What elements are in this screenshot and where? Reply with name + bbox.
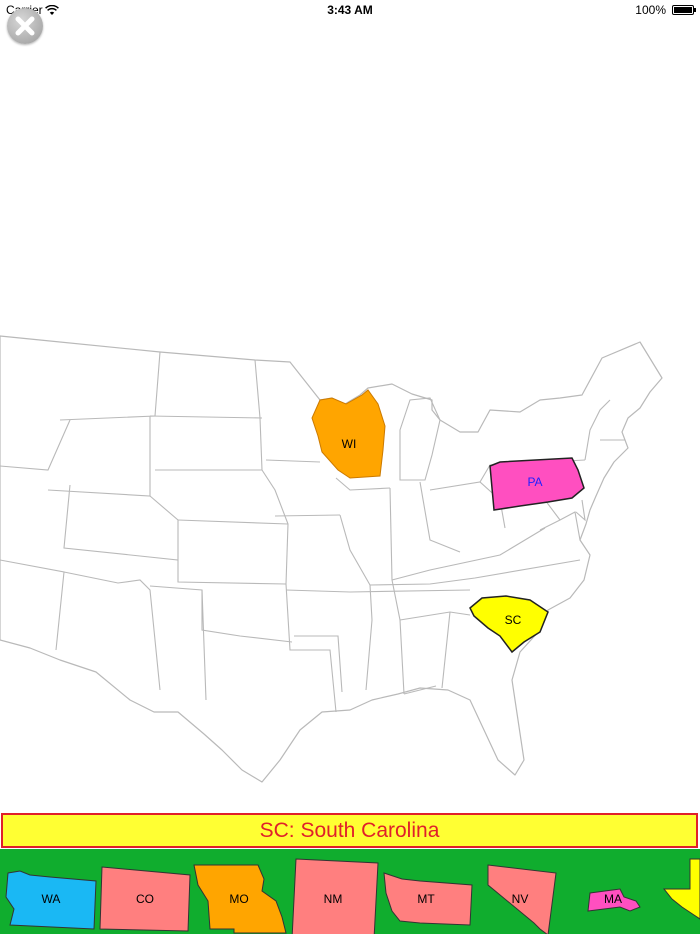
piece-nm-label: NM — [324, 892, 343, 906]
piece-co[interactable]: CO — [99, 866, 191, 932]
close-icon — [15, 16, 35, 36]
piece-mo-label: MO — [229, 892, 248, 906]
piece-ma-label: MA — [604, 892, 622, 906]
piece-mt-label: MT — [417, 892, 435, 906]
piece-ma[interactable]: MA — [587, 888, 641, 912]
state-wi-label: WI — [342, 437, 357, 451]
us-map: WI PA SC — [0, 335, 663, 783]
piece-nv-label: NV — [512, 892, 529, 906]
piece-wa-label: WA — [42, 892, 61, 906]
state-prompt-banner: SC: South Carolina — [1, 813, 698, 848]
state-prompt-text: SC: South Carolina — [259, 819, 440, 842]
piece-nm[interactable]: NM — [291, 858, 379, 934]
piece-mt[interactable]: MT — [383, 872, 473, 926]
piece-nv[interactable]: NV — [487, 864, 557, 934]
state-sc-label: SC — [505, 613, 522, 627]
state-pa-label: PA — [527, 475, 542, 489]
piece-mo[interactable]: MO — [193, 864, 287, 934]
piece-wa[interactable]: WA — [5, 870, 97, 930]
close-button[interactable] — [7, 8, 43, 44]
piece-tray: WA CO MO NM MT NV MA — [0, 849, 700, 934]
piece-co-label: CO — [136, 892, 154, 906]
piece-partial[interactable] — [662, 858, 700, 920]
